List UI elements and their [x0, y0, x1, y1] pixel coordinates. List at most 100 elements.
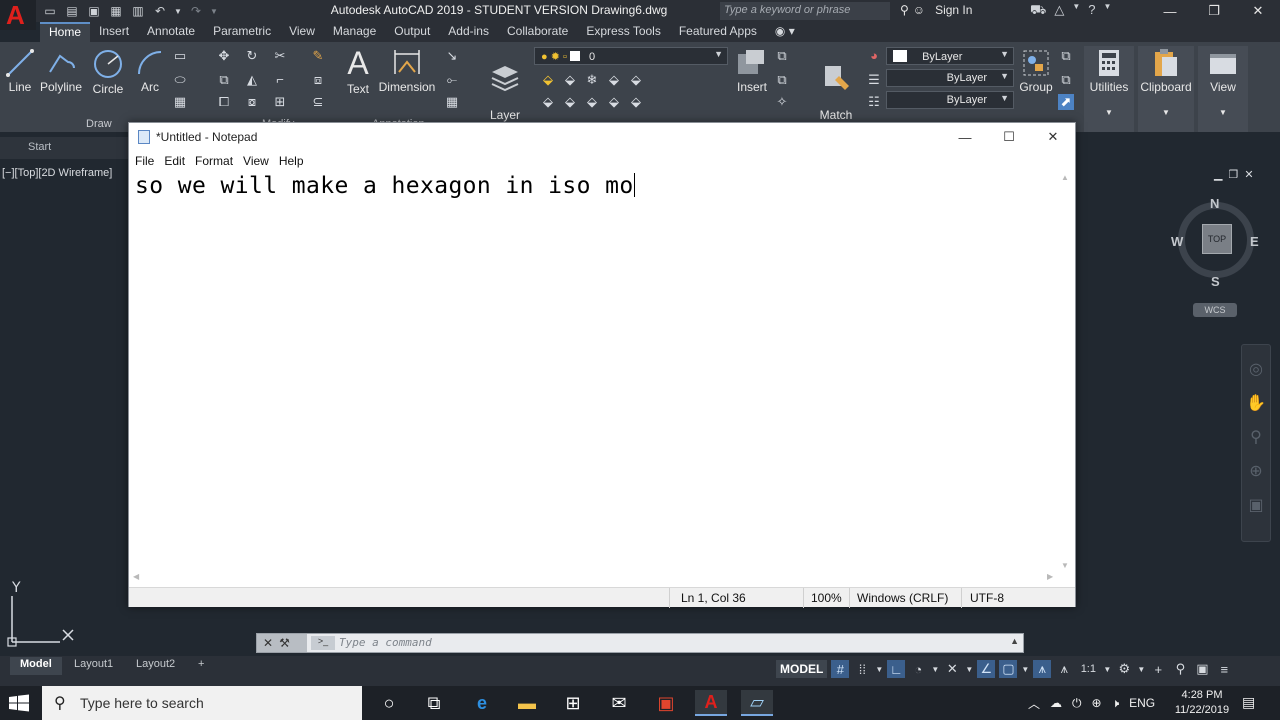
command-line-grip[interactable]: ✕ ⚒: [257, 634, 307, 652]
edge-browser-icon[interactable]: e: [466, 690, 498, 716]
steering-wheel-icon[interactable]: ◎: [1242, 359, 1270, 379]
hatch-icon[interactable]: ▦: [172, 94, 188, 110]
minimize-icon[interactable]: ▁: [1214, 168, 1222, 181]
offset-icon[interactable]: ⊆: [310, 94, 326, 110]
tab-collaborate[interactable]: Collaborate: [498, 22, 577, 42]
view-button[interactable]: View ▼: [1198, 46, 1248, 132]
showmotion-icon[interactable]: ▣: [1242, 495, 1270, 515]
save-as-icon[interactable]: ▦: [108, 3, 124, 19]
taskbar-clock[interactable]: 4:28 PM 11/22/2019: [1170, 688, 1234, 718]
mail-icon[interactable]: ✉: [603, 690, 635, 716]
binoculars-icon[interactable]: ⚲: [900, 3, 909, 17]
open-folder-icon[interactable]: ▤: [64, 3, 80, 19]
restore-icon[interactable]: ❐: [1192, 0, 1236, 22]
close-icon[interactable]: ✕: [263, 636, 273, 650]
color-dropdown[interactable]: ByLayer ▼: [886, 47, 1014, 65]
layer-freeze-icon[interactable]: ❄: [584, 72, 600, 88]
group-selection-icon[interactable]: ⬈: [1058, 94, 1074, 110]
create-block-icon[interactable]: ⧉: [774, 48, 790, 64]
stretch-icon[interactable]: ⧠: [216, 94, 232, 110]
rectangle-icon[interactable]: ▭: [172, 48, 188, 64]
dropdown-icon[interactable]: ▼: [1072, 2, 1080, 20]
rotate-icon[interactable]: ↻: [244, 48, 260, 64]
file-explorer-icon[interactable]: ▬: [511, 690, 543, 716]
taskbar-search-box[interactable]: ⚲ Type here to search: [42, 686, 362, 720]
move-icon[interactable]: ✥: [216, 48, 232, 64]
lineweight-icon[interactable]: ☰: [866, 72, 882, 88]
model-space-button[interactable]: MODEL: [776, 660, 828, 678]
tab-express-tools[interactable]: Express Tools: [577, 22, 669, 42]
compass-south[interactable]: S: [1211, 274, 1220, 289]
block-attribute-icon[interactable]: ✧: [774, 94, 790, 110]
menu-help[interactable]: Help: [274, 151, 309, 171]
language-indicator[interactable]: ENG: [1129, 696, 1155, 710]
circle-button[interactable]: Circle: [90, 48, 126, 96]
array-icon[interactable]: ⊞: [272, 94, 288, 110]
erase-icon[interactable]: ✎: [310, 48, 326, 64]
compass-north[interactable]: N: [1210, 196, 1219, 211]
store-icon[interactable]: ⊞: [557, 690, 589, 716]
clipboard-button[interactable]: Clipboard ▼: [1138, 46, 1194, 132]
dimension-button[interactable]: Dimension: [378, 48, 436, 94]
add-layout-icon[interactable]: +: [188, 657, 214, 675]
clean-screen-icon[interactable]: ▣: [1193, 660, 1211, 678]
units-icon[interactable]: ⚲: [1171, 660, 1189, 678]
media-app-icon[interactable]: ▣: [650, 690, 682, 716]
linear-icon[interactable]: ⟜: [444, 72, 460, 88]
scroll-up-icon[interactable]: ▲: [1061, 173, 1069, 182]
action-center-icon[interactable]: ▤: [1242, 694, 1260, 712]
layer-off-icon[interactable]: ⬙: [540, 72, 556, 88]
tab-annotate[interactable]: Annotate: [138, 22, 204, 42]
scroll-left-icon[interactable]: ◀: [133, 572, 139, 581]
windows-start-icon[interactable]: [8, 694, 30, 712]
linetype-dropdown[interactable]: ByLayer ▼: [886, 91, 1014, 109]
wcs-menu[interactable]: WCS: [1193, 303, 1237, 317]
tab-featured-apps[interactable]: Featured Apps: [670, 22, 766, 42]
chevron-up-icon[interactable]: ︿: [1028, 695, 1040, 712]
user-icon[interactable]: ☺: [913, 3, 925, 17]
table-icon[interactable]: ▦: [444, 94, 460, 110]
chevron-down-icon[interactable]: ▼: [1137, 660, 1145, 678]
pan-hand-icon[interactable]: ✋: [1242, 393, 1270, 413]
ribbon-toggle-icon[interactable]: ◉ ▾: [766, 22, 804, 42]
help-icon[interactable]: ?: [1088, 2, 1095, 20]
minimize-icon[interactable]: —: [943, 123, 987, 151]
polar-icon[interactable]: ◔: [909, 660, 927, 678]
power-icon[interactable]: ⏻: [1072, 696, 1082, 711]
layer-unisolate-icon[interactable]: ⬙: [562, 94, 578, 110]
close-icon[interactable]: ✕: [1236, 0, 1280, 22]
compass-east[interactable]: E: [1250, 234, 1259, 249]
notepad-text-area[interactable]: so we will make a hexagon in iso mo: [135, 173, 1051, 569]
command-prompt-icon[interactable]: >_: [311, 636, 335, 650]
restore-icon[interactable]: ❐: [1228, 168, 1238, 181]
layer-dropdown[interactable]: ● ✹ ▫ 0 ▼: [534, 47, 728, 65]
task-view-icon[interactable]: ⧉: [418, 690, 450, 716]
menu-file[interactable]: File: [130, 151, 159, 171]
snap-icon[interactable]: ⁞⁞: [853, 660, 871, 678]
mirror-icon[interactable]: ◭: [244, 72, 260, 88]
redo-dropdown-icon[interactable]: ▼: [210, 3, 218, 19]
gear-icon[interactable]: ⚙: [1115, 660, 1133, 678]
tab-model[interactable]: Model: [10, 657, 62, 675]
volume-icon[interactable]: 🕨: [1112, 696, 1120, 711]
annotation-visibility-icon[interactable]: ⩚: [1033, 660, 1052, 678]
undo-dropdown-icon[interactable]: ▼: [174, 3, 182, 19]
new-file-icon[interactable]: ▭: [42, 3, 58, 19]
grid-icon[interactable]: #: [831, 660, 850, 678]
notepad-taskbar-icon[interactable]: ▱: [741, 690, 773, 716]
start-tab[interactable]: Start: [0, 137, 128, 159]
linetype-icon[interactable]: ☷: [866, 94, 882, 110]
minimize-icon[interactable]: —: [1148, 0, 1192, 22]
scroll-down-icon[interactable]: ▼: [1061, 561, 1069, 570]
tab-layout2[interactable]: Layout2: [126, 657, 185, 675]
wrench-icon[interactable]: ⚒: [279, 636, 290, 650]
autocad-taskbar-icon[interactable]: A: [695, 690, 727, 716]
chevron-down-icon[interactable]: ▼: [931, 660, 939, 678]
plus-icon[interactable]: +: [1149, 660, 1167, 678]
viewport-controls-label[interactable]: [−][Top][2D Wireframe]: [2, 167, 112, 179]
tab-insert[interactable]: Insert: [90, 22, 138, 42]
customization-icon[interactable]: ≡: [1215, 660, 1233, 678]
scale-icon[interactable]: ⧇: [244, 94, 260, 110]
menu-edit[interactable]: Edit: [159, 151, 190, 171]
ellipse-icon[interactable]: ⬭: [172, 72, 188, 88]
